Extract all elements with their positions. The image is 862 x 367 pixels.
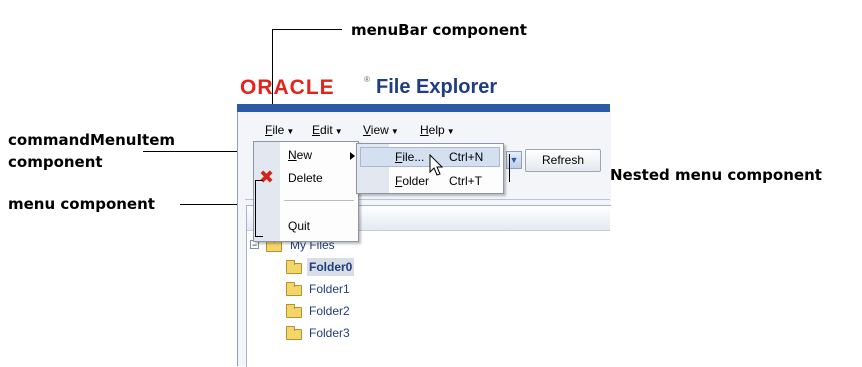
menu-icon-gutter	[254, 142, 280, 241]
menu-file[interactable]: File ▼	[265, 123, 294, 139]
menu-bracket	[255, 180, 256, 236]
menu-help[interactable]: Help ▼	[420, 123, 455, 139]
nested-menu-bracket	[509, 154, 510, 182]
delete-icon: ✖	[259, 167, 275, 188]
submenu-item-file-rest: ile...	[402, 150, 425, 164]
menu-separator	[284, 200, 354, 201]
file-menu: New ✖ Delete Quit	[253, 141, 359, 242]
menu-item-new-rest: ew	[296, 148, 313, 162]
menu-edit-rest: dit	[320, 123, 333, 137]
submenu-arrow-icon	[350, 152, 355, 160]
nested-menu-callout: Nested menu component	[610, 166, 822, 184]
menu-item-delete[interactable]: Delete	[288, 171, 323, 185]
oracle-logo: ORACLE	[240, 76, 335, 99]
menu-view-chevron-down-icon: ▼	[390, 127, 399, 136]
menu-edit-chevron-down-icon: ▼	[334, 127, 343, 136]
command-menu-item-callout-line2: component	[8, 153, 103, 171]
folder-icon	[266, 238, 282, 252]
menu-callout: menu component	[8, 195, 155, 213]
submenu-item-folder[interactable]: Folder	[395, 174, 429, 188]
folder-icon	[286, 326, 302, 340]
menu-file-chevron-down-icon: ▼	[286, 127, 295, 136]
submenu-item-file-shortcut: Ctrl+N	[449, 150, 484, 164]
menu-view[interactable]: View ▼	[363, 123, 399, 139]
menu-help-chevron-down-icon: ▼	[446, 127, 455, 136]
menu-item-new-mnemonic: N	[288, 148, 297, 162]
menu-edit-mnemonic: E	[312, 123, 321, 137]
tree-folder-1-label: Folder1	[309, 282, 350, 296]
tree-folder-2-label: Folder2	[309, 304, 350, 318]
tree-folder-3-label: Folder3	[309, 326, 350, 340]
tree-folder-0-label: Folder0	[307, 258, 355, 276]
tree-folder-0[interactable]: Folder0	[286, 258, 376, 276]
menu-view-rest: iew	[370, 123, 389, 137]
folder-icon	[286, 260, 302, 274]
tree-folder-3[interactable]: Folder3	[286, 324, 376, 342]
app-title: File Explorer	[376, 76, 498, 98]
folder-icon	[286, 304, 302, 318]
menu-item-quit[interactable]: Quit	[288, 219, 310, 233]
command-menu-item-callout-line1: commandMenuItem	[8, 131, 176, 149]
folder-icon	[286, 282, 302, 296]
menubar-leader-horizontal	[272, 29, 342, 30]
menu-bar: File ▼ Edit ▼ View ▼ Help ▼	[237, 120, 610, 140]
window-top-bar	[237, 104, 610, 112]
menu-item-new[interactable]: New	[288, 148, 312, 162]
registered-mark: ®	[364, 75, 370, 84]
menubar-callout: menuBar component	[351, 21, 527, 39]
submenu-item-folder-shortcut: Ctrl+T	[449, 174, 482, 188]
menu-help-rest: elp	[428, 123, 445, 137]
submenu-item-folder-rest: older	[402, 174, 430, 188]
menu-bracket-bottom	[255, 236, 263, 237]
menu-edit[interactable]: Edit ▼	[312, 123, 343, 139]
menu-bracket-top	[255, 180, 263, 181]
tree-folder-2[interactable]: Folder2	[286, 302, 376, 320]
refresh-button[interactable]: Refresh	[525, 149, 601, 172]
submenu-item-file[interactable]: File...	[395, 150, 424, 164]
menu-view-mnemonic: V	[363, 123, 371, 137]
mouse-pointer-icon	[429, 154, 444, 176]
menu-file-rest: ile	[272, 123, 285, 137]
menu-help-mnemonic: H	[420, 123, 429, 137]
tree-folder-1[interactable]: Folder1	[286, 280, 376, 298]
